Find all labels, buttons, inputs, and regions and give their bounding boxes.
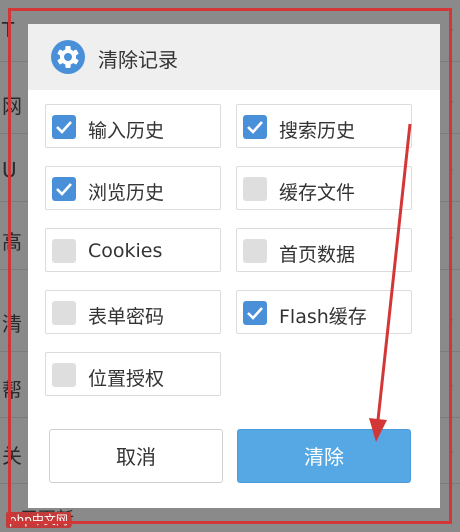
- annotation-arrow-icon: [369, 123, 412, 442]
